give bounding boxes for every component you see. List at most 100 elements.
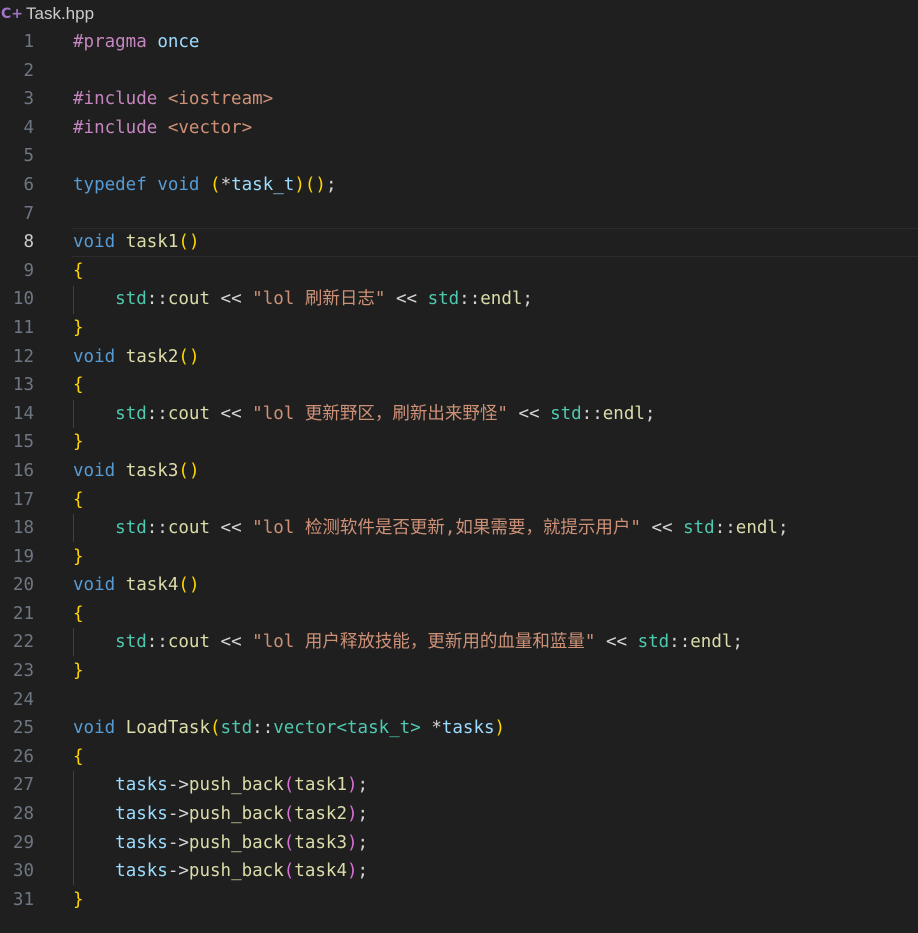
line-number: 18 (12, 518, 34, 539)
code-token: << (518, 403, 540, 424)
code-token: LoadTask (125, 718, 210, 739)
code-line[interactable]: 5 (0, 142, 918, 171)
code-text: std::cout << "lol 更新野区，刷新出来野怪" << std::e… (73, 400, 655, 429)
code-token: ) (346, 804, 358, 825)
code-token: ) (346, 861, 358, 882)
code-token: <vector> (167, 117, 253, 138)
code-line[interactable]: 9{ (0, 257, 918, 286)
code-editor[interactable]: 1 #pragma once 2 3 #include <iostream> 4 #incl… (0, 28, 918, 914)
code-token: void (73, 575, 116, 596)
code-text: { (73, 371, 84, 400)
code-token: << (220, 289, 242, 310)
code-line[interactable]: 26 { (0, 743, 918, 772)
code-token: <iostream> (167, 89, 274, 110)
editor-tab[interactable]: C+ Task.hpp (0, 0, 918, 28)
code-text: void task4() (73, 571, 199, 600)
code-line[interactable]: 16 void task3() (0, 457, 918, 486)
code-token: ( (283, 861, 295, 882)
code-line[interactable]: 3 #include <iostream> (0, 85, 918, 114)
code-line[interactable]: 2 (0, 57, 918, 86)
code-token: ( (178, 346, 189, 367)
code-line[interactable]: 4 #include <vector> (0, 114, 918, 143)
line-number: 25 (12, 718, 34, 739)
code-token: task2 (294, 804, 347, 825)
code-token: } (73, 889, 84, 910)
code-token: << (605, 632, 628, 653)
code-line[interactable]: 25 void LoadTask(std::vector<task_t> *tas… (0, 714, 918, 743)
code-line[interactable]: 27 tasks->push_back(task1); (0, 771, 918, 800)
code-token: task4 (294, 861, 347, 882)
code-token: { (73, 260, 84, 281)
code-line[interactable]: 24 (0, 686, 918, 715)
code-line[interactable]: 28 tasks->push_back(task2); (0, 800, 918, 829)
code-token: ) (315, 174, 326, 195)
code-token: tasks (115, 804, 168, 825)
code-text: std::cout << "lol 刷新日志" << std::endl; (73, 285, 533, 314)
code-line[interactable]: 6 typedef void (*task_t)(); (0, 171, 918, 200)
code-token: push_back (188, 832, 284, 853)
code-token: > (410, 718, 421, 739)
code-token: "lol 更新野区，刷新出来野怪" (252, 403, 508, 424)
line-number: 8 (23, 232, 34, 253)
indent-guide (73, 628, 74, 656)
line-number: 11 (12, 317, 34, 338)
code-line[interactable]: 31} (0, 886, 918, 915)
code-text: } (73, 543, 84, 572)
code-line[interactable]: 14 std::cout << "lol 更新野区，刷新出来野怪" << std… (0, 400, 918, 429)
code-line[interactable]: 13 { (0, 371, 918, 400)
code-token: cout (167, 403, 210, 424)
code-text: #pragma once (73, 28, 199, 57)
code-text: tasks->push_back(task2); (73, 800, 368, 829)
code-text: void task3() (73, 457, 199, 486)
code-token: endl (690, 632, 733, 653)
code-line[interactable]: 11} (0, 314, 918, 343)
code-token: std (115, 403, 147, 424)
code-token: "lol 刷新日志" (252, 289, 386, 310)
code-token: "lol 用户释放技能，更新用的血量和蓝量" (252, 632, 596, 653)
code-token: ; (644, 403, 656, 424)
code-token: << (220, 632, 242, 653)
code-line[interactable]: 7 (0, 200, 918, 229)
code-line[interactable]: 15} (0, 428, 918, 457)
code-token: ) (494, 718, 506, 739)
code-token: task1 (125, 232, 179, 253)
code-line[interactable]: 19} (0, 543, 918, 572)
code-text: { (73, 486, 84, 515)
tab-file-name: Task.hpp (26, 4, 95, 23)
code-line[interactable]: 18 std::cout << "lol 检测软件是否更新,如果需要，就提示用户… (0, 514, 918, 543)
indent-guide (73, 286, 74, 314)
code-token: std (115, 289, 147, 310)
code-line[interactable]: 1 #pragma once (0, 28, 918, 57)
code-line[interactable]: 17 { (0, 486, 918, 515)
code-line[interactable]: 21 { (0, 600, 918, 629)
code-text: { (73, 257, 84, 286)
code-token: -> (167, 804, 189, 825)
code-line[interactable]: 12 void task2() (0, 343, 918, 372)
code-line[interactable]: 23} (0, 657, 918, 686)
code-line[interactable]: 22 std::cout << "lol 用户释放技能，更新用的血量和蓝量" <… (0, 628, 918, 657)
code-token: task3 (125, 460, 179, 481)
code-line[interactable]: 10 std::cout << "lol 刷新日志" << std::endl; (0, 285, 918, 314)
code-token: std (220, 718, 253, 739)
code-token: ; (357, 832, 369, 853)
code-line[interactable]: 20 void task4() (0, 571, 918, 600)
code-token: task2 (125, 346, 179, 367)
code-line[interactable]: 8 void task1() (0, 228, 918, 257)
code-line[interactable]: 30 tasks->push_back(task4); (0, 857, 918, 886)
line-number: 4 (23, 117, 34, 138)
code-text: tasks->push_back(task3); (73, 829, 368, 858)
code-token: push_back (188, 861, 284, 882)
code-line[interactable]: 29 tasks->push_back(task3); (0, 829, 918, 858)
